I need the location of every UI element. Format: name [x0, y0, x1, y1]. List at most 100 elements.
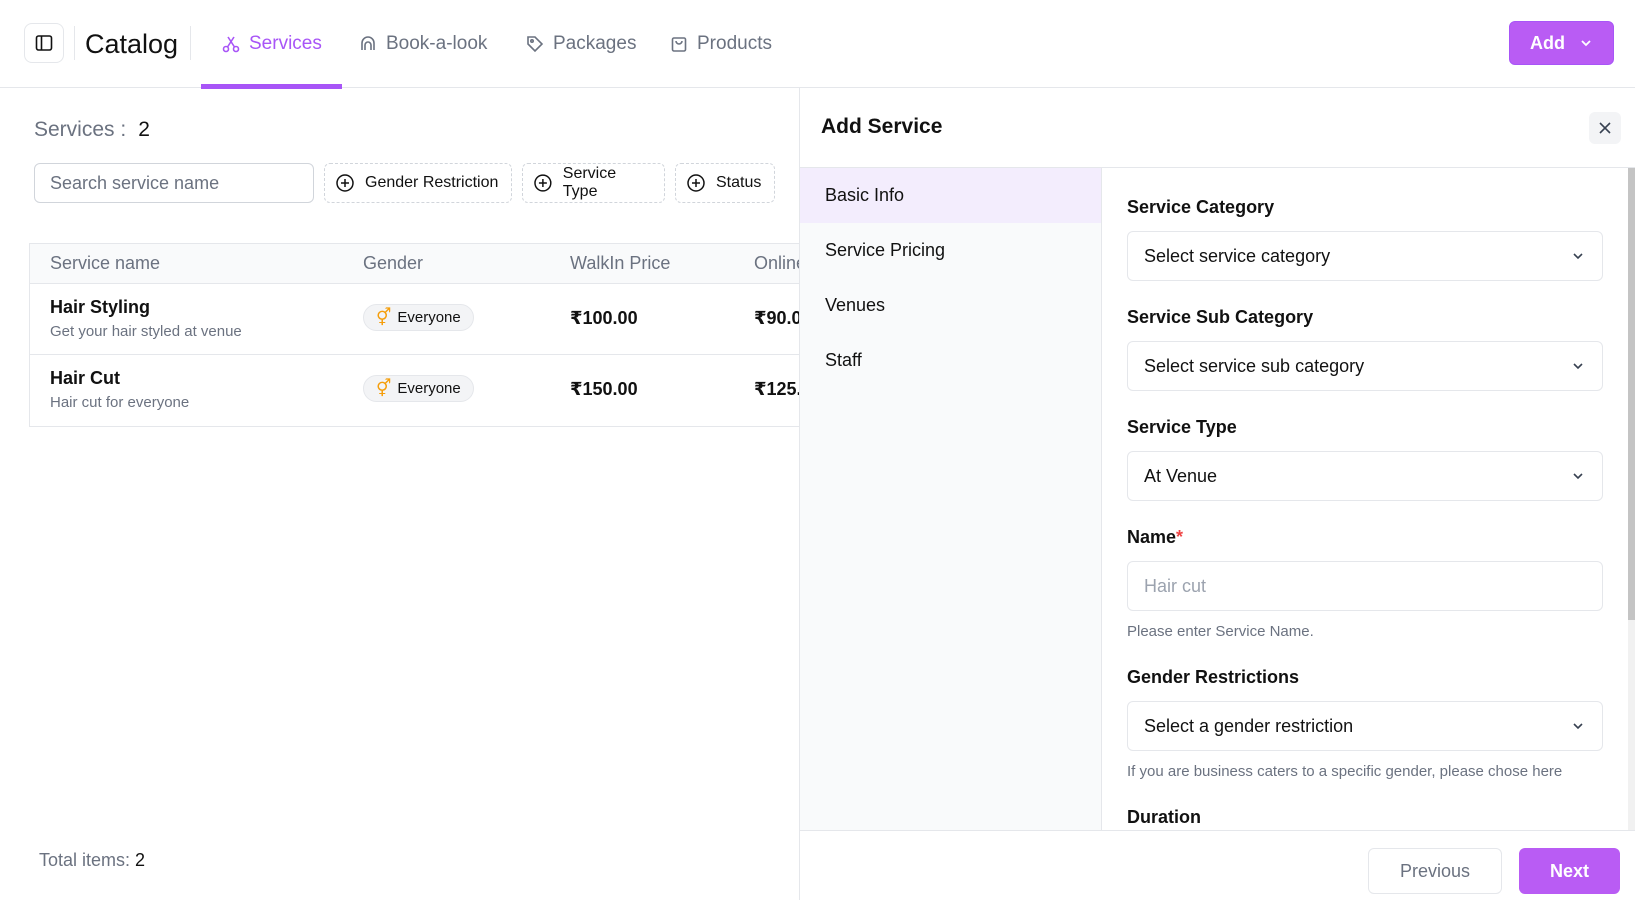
- close-button[interactable]: [1589, 112, 1621, 144]
- divider: [190, 26, 191, 60]
- tab-label: Services: [249, 33, 322, 54]
- chevron-down-icon: [1573, 253, 1583, 260]
- filter-service-type[interactable]: Service Type: [522, 163, 665, 203]
- name-label-text: Name: [1127, 527, 1177, 547]
- table-row[interactable]: Hair Cut Hair cut for everyone ⚥ Everyon…: [30, 355, 800, 426]
- close-icon: [1599, 122, 1611, 134]
- select-value: At Venue: [1144, 465, 1218, 486]
- chevron-down-icon: [1573, 723, 1583, 730]
- panel-header: Add Service: [800, 88, 1635, 168]
- steps-nav: Basic Info Service Pricing Venues Staff: [800, 168, 1102, 830]
- total-items-value: 2: [135, 850, 146, 870]
- walkin-price: ₹150.00: [570, 379, 638, 399]
- scissors-icon: [222, 36, 240, 53]
- name-input[interactable]: [1127, 561, 1603, 611]
- filter-label: Status: [716, 174, 762, 191]
- scrollbar-thumb[interactable]: [1628, 168, 1635, 620]
- scrollbar-track[interactable]: [1628, 168, 1635, 830]
- top-bar: Catalog Services Book-a-look Packages Pr…: [0, 0, 1635, 89]
- chevron-down-icon: [1581, 40, 1591, 47]
- step-staff[interactable]: Staff: [800, 333, 1101, 388]
- tab-label: Products: [697, 33, 772, 54]
- select-value: Select service category: [1144, 245, 1331, 266]
- sidebar-toggle-button[interactable]: [24, 23, 64, 63]
- gender-restrictions-select[interactable]: Select a gender restriction: [1127, 701, 1603, 751]
- panel-footer: Previous Next: [800, 830, 1635, 900]
- tab-products[interactable]: Products: [669, 0, 772, 88]
- service-type-select[interactable]: At Venue: [1127, 451, 1603, 501]
- plus-circle-icon: [687, 174, 705, 192]
- service-sub-category-label: Service Sub Category: [1127, 307, 1314, 327]
- panel-title: Add Service: [821, 115, 943, 138]
- service-name-cell: Hair Cut Hair cut for everyone: [50, 368, 189, 411]
- filter-gender-restriction[interactable]: Gender Restriction: [324, 163, 512, 203]
- filter-label: Service Type: [562, 165, 617, 200]
- total-items-label: Total items:: [39, 850, 131, 870]
- column-header: Service name: [50, 253, 161, 273]
- services-count-value: 2: [138, 118, 150, 141]
- search-input[interactable]: [34, 163, 314, 203]
- services-list-area: Services : 2 Gender Restriction Service …: [0, 88, 800, 900]
- service-category-select[interactable]: Select service category: [1127, 231, 1603, 281]
- table-row[interactable]: Hair Styling Get your hair styled at ven…: [30, 284, 800, 355]
- required-mark: *: [1176, 527, 1184, 547]
- filter-label: Gender Restriction: [365, 174, 499, 191]
- services-count: Services : 2: [34, 118, 150, 142]
- tab-label: Book-a-look: [386, 33, 488, 54]
- previous-button[interactable]: Previous: [1368, 848, 1502, 894]
- next-button[interactable]: Next: [1519, 848, 1620, 894]
- tab-services[interactable]: Services: [201, 0, 342, 89]
- service-description: Hair cut for everyone: [50, 394, 190, 411]
- add-service-panel: Add Service Basic Info Service Pricing V…: [799, 88, 1635, 900]
- select-value: Select service sub category: [1144, 355, 1365, 376]
- column-header: WalkIn Price: [570, 253, 671, 273]
- column-header: Gender: [363, 253, 424, 273]
- bag-icon: [671, 37, 687, 52]
- gender-badge: ⚥ Everyone: [363, 375, 474, 402]
- online-price: ₹125.00: [754, 379, 800, 399]
- step-service-pricing[interactable]: Service Pricing: [800, 223, 1101, 278]
- add-button-label: Add: [1530, 32, 1565, 53]
- step-basic-info[interactable]: Basic Info: [800, 168, 1101, 223]
- divider: [74, 26, 75, 60]
- tab-label: Packages: [553, 33, 637, 54]
- gender-label: Everyone: [397, 380, 461, 397]
- service-name: Hair Styling: [50, 297, 151, 317]
- gender-restrictions-label: Gender Restrictions: [1127, 667, 1300, 687]
- add-button[interactable]: Add: [1509, 21, 1614, 65]
- name-label: Name*: [1127, 527, 1183, 548]
- tag-icon: [527, 36, 544, 53]
- step-venues[interactable]: Venues: [800, 278, 1101, 333]
- plus-circle-icon: [534, 174, 552, 192]
- walkin-price: ₹100.00: [570, 308, 638, 328]
- total-items: Total items: 2: [39, 850, 145, 871]
- services-table: Service name Gender WalkIn Price Online …: [29, 243, 800, 427]
- service-description: Get your hair styled at venue: [50, 323, 242, 340]
- name-hint: Please enter Service Name.: [1127, 623, 1314, 640]
- gender-badge: ⚥ Everyone: [363, 304, 474, 331]
- basic-info-form: Service Category Select service category…: [1102, 168, 1635, 830]
- sidebar-toggle-icon: [35, 35, 53, 51]
- services-count-label: Services :: [34, 118, 127, 141]
- filter-status[interactable]: Status: [675, 163, 775, 203]
- gender-restrictions-hint: If you are business caters to a specific…: [1127, 763, 1563, 780]
- service-category-label: Service Category: [1127, 197, 1275, 217]
- duration-label: Duration: [1127, 807, 1201, 827]
- service-name-cell: Hair Styling Get your hair styled at ven…: [50, 297, 242, 340]
- service-name: Hair Cut: [50, 368, 121, 388]
- chevron-down-icon: [1573, 363, 1583, 370]
- tab-book-a-look[interactable]: Book-a-look: [358, 0, 487, 88]
- tab-packages[interactable]: Packages: [525, 0, 636, 88]
- column-header: Online Price: [754, 253, 800, 273]
- select-value: Select a gender restriction: [1144, 715, 1354, 736]
- hair-icon: [361, 36, 375, 50]
- table-header: Service name Gender WalkIn Price Online …: [30, 244, 800, 284]
- chevron-down-icon: [1573, 473, 1583, 480]
- service-sub-category-select[interactable]: Select service sub category: [1127, 341, 1603, 391]
- plus-circle-icon: [336, 174, 354, 192]
- gender-icon: ⚥: [376, 307, 392, 327]
- gender-icon: ⚥: [376, 378, 392, 398]
- online-price: ₹90.00: [754, 308, 800, 328]
- page-title: Catalog: [85, 29, 179, 59]
- gender-label: Everyone: [397, 309, 461, 326]
